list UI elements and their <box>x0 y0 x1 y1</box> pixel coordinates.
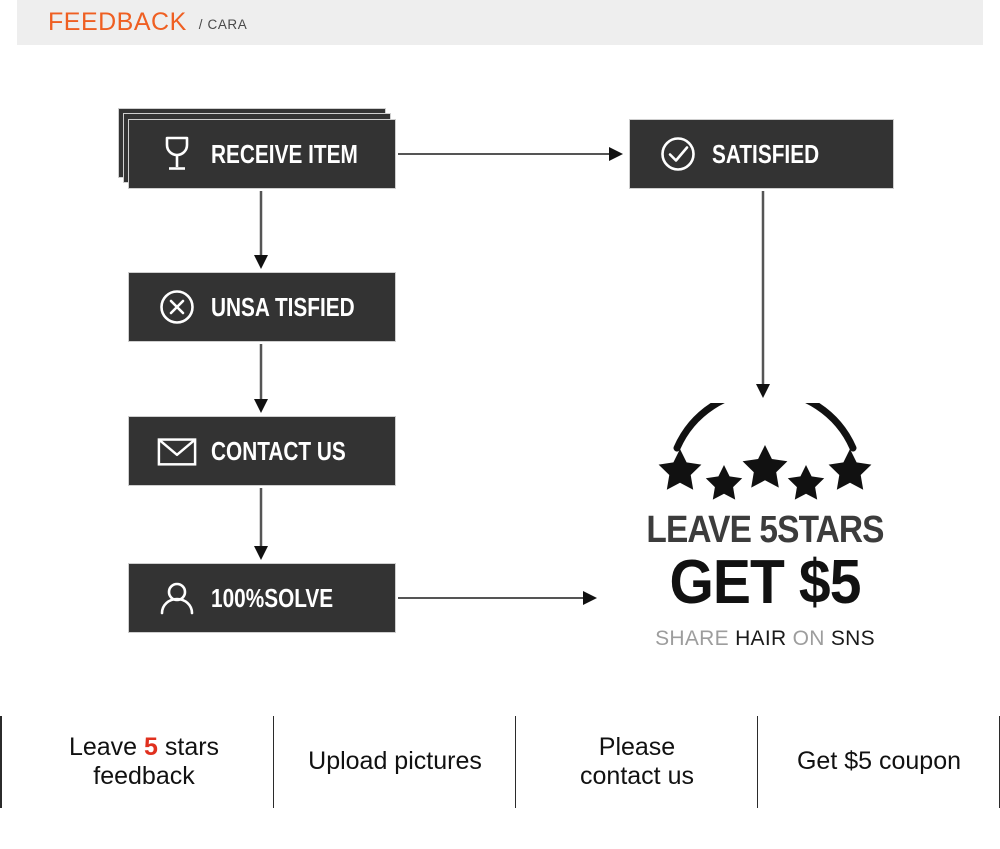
share-word-sns: SNS <box>830 626 875 650</box>
flow-box-contact-us[interactable]: CONTACT US <box>128 416 396 486</box>
share-instruction: SHARE HAIR ON SNS <box>620 627 910 651</box>
flow-box-satisfied[interactable]: SATISFIED <box>629 119 894 189</box>
wine-glass-icon <box>157 134 197 174</box>
benefit-text: Please contact us <box>580 733 694 792</box>
coupon-promo-block: LEAVE 5STARS GET $5 SHARE HAIR ON SNS <box>620 403 910 651</box>
page-header: FEEDBACK / CARA <box>17 0 983 45</box>
person-icon <box>157 578 197 618</box>
circle-x-icon <box>157 287 197 327</box>
benefit-line1-pre: Get $5 coupon <box>796 747 961 776</box>
benefit-accent-number: 5 <box>144 732 158 761</box>
benefit-please-contact-us: Please contact us <box>516 712 758 812</box>
benefit-line1-pre: Please <box>598 732 676 761</box>
benefit-line2: contact us <box>580 762 694 790</box>
benefit-text: Upload pictures <box>308 747 482 777</box>
benefit-bar: Leave 5 stars feedback Upload pictures P… <box>0 712 1000 812</box>
flow-box-label: SATISFIED <box>712 138 820 169</box>
share-word-hair: HAIR <box>735 626 787 650</box>
flow-box-label: 100%SOLVE <box>211 582 334 613</box>
coupon-subheadline: GET $5 <box>669 548 861 617</box>
benefit-line1-pre: Leave <box>68 732 145 761</box>
flow-box-100-percent-solve[interactable]: 100%SOLVE <box>128 563 396 633</box>
coupon-headline: LEAVE 5STARS <box>646 509 884 551</box>
flow-box-label: RECEIVE ITEM <box>211 138 358 169</box>
benefit-text: Get $5 coupon <box>797 747 961 777</box>
benefit-text: Leave 5 stars feedback <box>32 733 274 792</box>
benefit-upload-pictures: Upload pictures <box>274 712 516 812</box>
benefit-line1-pre: Upload pictures <box>308 747 482 776</box>
benefit-line2: feedback <box>93 762 195 790</box>
page-title: FEEDBACK <box>48 8 187 36</box>
flow-box-label: UNSA TISFIED <box>211 291 355 322</box>
flow-box-unsatisfied[interactable]: UNSA TISFIED <box>128 272 396 342</box>
flow-box-label: CONTACT US <box>211 435 346 466</box>
share-word-share: SHARE <box>655 626 729 650</box>
benefit-get-5-coupon: Get $5 coupon <box>758 712 1000 812</box>
benefit-leave-5-stars-feedback: Leave 5 stars feedback <box>0 712 274 812</box>
five-stars-icon <box>658 403 872 500</box>
circle-check-icon <box>658 134 698 174</box>
share-word-on: ON <box>792 626 825 650</box>
envelope-icon <box>157 431 197 471</box>
flow-box-receive-item[interactable]: RECEIVE ITEM <box>128 119 396 189</box>
benefit-line1-post: stars <box>157 732 220 761</box>
flow-diagram: RECEIVE ITEM UNSA TISFIED CONTACT US 100… <box>0 45 1000 705</box>
breadcrumb: / CARA <box>198 17 248 32</box>
benefit-divider <box>0 716 2 808</box>
